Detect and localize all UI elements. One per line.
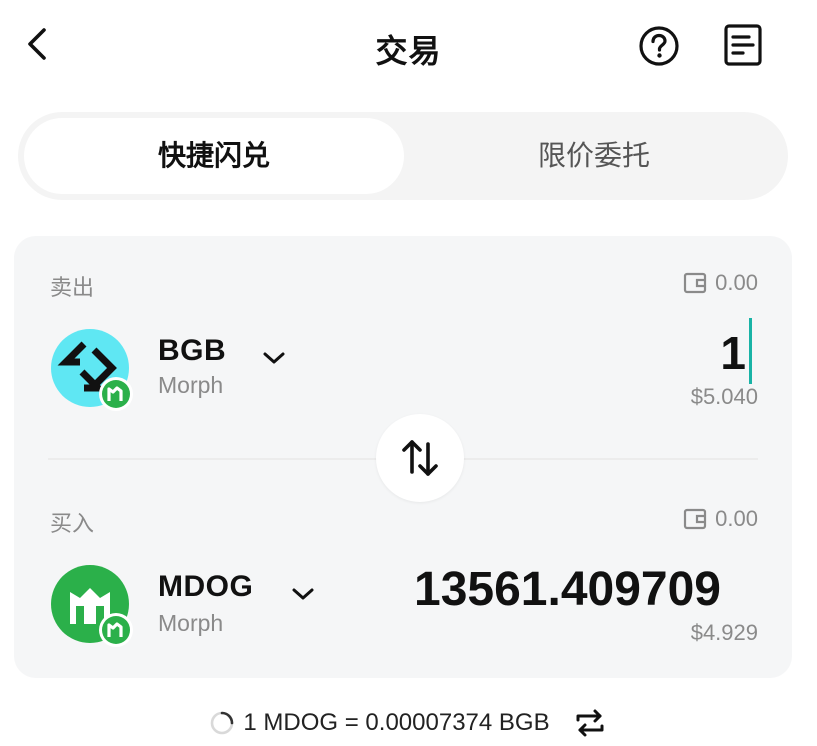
text-caret [749,318,752,384]
sell-balance-value: 0.00 [715,270,758,295]
loading-spinner-icon [211,711,234,735]
refresh-rate-icon[interactable] [572,708,608,738]
chevron-down-icon[interactable] [261,349,287,367]
buy-token-chain: Morph [158,610,224,636]
exchange-rate-text: 1 MDOG = 0.00007374 BGB [243,709,550,736]
sell-usd-value: $5.040 [690,384,758,409]
wallet-icon [684,272,707,294]
sell-token-symbol[interactable]: BGB [158,334,226,368]
buy-token-symbol[interactable]: MDOG [158,570,253,604]
sell-label: 卖出 [50,275,95,300]
tab-quick-swap[interactable]: 快捷闪兑 [24,118,404,194]
trade-mode-switch: 快捷闪兑 限价委托 [18,112,788,200]
top-bar: 交易 [0,0,817,90]
swap-direction-button[interactable] [376,414,464,502]
sell-balance: 0.00 [683,270,758,296]
sell-amount-input[interactable]: 1 [720,326,746,380]
buy-usd-value: $4.929 [690,620,758,645]
bgb-token-icon [51,329,133,411]
exchange-rate: 1 MDOG = 0.00007374 BGB [0,708,817,743]
chevron-down-icon[interactable] [290,585,316,603]
mdog-token-icon [51,565,133,647]
wallet-icon [684,508,707,530]
swap-arrows-icon [402,440,438,476]
order-history-icon[interactable] [722,22,764,68]
tab-limit-order[interactable]: 限价委托 [404,118,784,194]
buy-label: 买入 [50,511,95,536]
page-title: 交易 [375,33,442,69]
swap-card: 卖出 0.00 BGB Morph 1 $5.040 买入 0.00 MDOG … [14,236,792,678]
buy-balance-value: 0.00 [715,506,758,531]
buy-amount-output: 13561.409709 [414,563,721,616]
buy-balance: 0.00 [683,506,758,532]
help-icon[interactable] [638,25,680,67]
sell-token-chain: Morph [158,372,224,398]
